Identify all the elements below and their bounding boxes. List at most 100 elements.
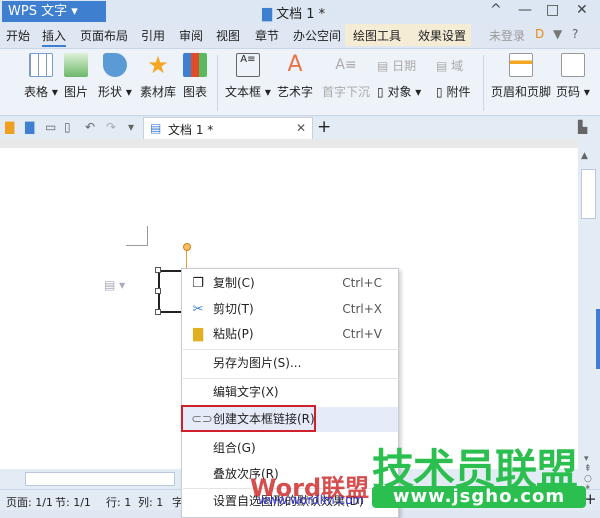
open-icon[interactable]: ▇ [5,120,14,134]
shortcut: Ctrl+C [342,276,382,290]
menu-item-edit-text[interactable]: 编辑文字(X) [182,380,398,405]
tab-review[interactable]: 审阅 [179,27,203,44]
textbox-icon: A≡ [235,53,260,77]
date-button[interactable]: ▤ 日期 [377,57,416,74]
menu-separator [183,378,399,379]
tab-effect-settings[interactable]: 效果设置 [418,27,466,44]
divider [217,55,218,111]
menu-item-paste[interactable]: ▇ 粘贴(P) Ctrl+V [182,322,398,347]
paste-icon: ▇ [193,327,203,342]
field-button[interactable]: ▤ 域 [436,57,463,74]
label: 剪切(T) [213,302,254,316]
label: 粘贴(P) [213,327,254,341]
tab-view[interactable]: 视图 [216,27,240,44]
header-footer-button[interactable]: 页眉和页脚 [491,53,551,100]
label: 页码 [556,85,581,99]
collapse-ribbon-button[interactable]: ^ [490,2,502,18]
menu-item-copy[interactable]: ❐ 复制(C) Ctrl+C [182,271,398,296]
resize-handle[interactable] [155,309,161,315]
menu-item-save-as-picture[interactable]: 另存为图片(S)... [182,351,398,376]
material-button[interactable]: ★ 素材库 [140,53,176,100]
resize-handle[interactable] [155,288,161,294]
customize-dropdown-icon[interactable]: ▾ [128,120,134,134]
status-col: 列: 1 [138,496,164,509]
print-preview-icon[interactable]: ▯ [64,120,71,134]
document-tab[interactable]: ▤ 文档 1 * ✕ [143,117,313,139]
doc-icon: ▇ [262,7,272,22]
close-tab-button[interactable]: ✕ [296,121,306,135]
field-icon: ▤ [436,59,448,73]
menu-item-cut[interactable]: ✂ 剪切(T) Ctrl+X [182,297,398,322]
chart-button[interactable]: 图表 [183,53,207,100]
vertical-scrollbar[interactable]: ▲ ▾⇞○⇟ [578,139,600,494]
print-icon[interactable]: ▭ [45,120,56,134]
label: 文本框 [225,85,262,99]
label: 素材库 [140,85,177,99]
label: 艺术字 [277,85,314,99]
tab-options-icon[interactable]: ▙ [578,120,587,134]
maximize-button[interactable]: □ [546,2,559,18]
app-name: WPS 文字 [8,4,68,19]
tab-section[interactable]: 章节 [255,27,279,44]
shirt-icon[interactable]: ▼ [553,27,562,41]
login-link[interactable]: 未登录 [489,27,525,44]
tab-page-layout[interactable]: 页面布局 [80,27,128,44]
rotate-handle[interactable] [183,243,191,251]
window-title: ▇ 文档 1 * [262,3,325,22]
label: 日期 [392,59,417,73]
textbox-button[interactable]: A≡ 文本框 ▾ [225,53,271,100]
minimize-button[interactable]: — [518,2,532,18]
shortcut: Ctrl+V [342,327,382,341]
watermark-jsgho-url: www.jsgho.com [372,486,586,508]
hscroll-thumb[interactable] [25,472,175,486]
rotate-line [186,248,187,268]
divider [483,55,484,111]
page-number-button[interactable]: 页码 ▾ [556,53,590,100]
label: 图表 [183,85,208,99]
scroll-thumb[interactable] [581,169,596,219]
label: 另存为图片(S)... [213,356,302,370]
tab-drawing-tools[interactable]: 绘图工具 [353,27,401,44]
skin-icon[interactable]: D [535,27,544,41]
tab-home[interactable]: 开始 [6,27,30,44]
wordart-button[interactable]: A 艺术字 [277,53,313,100]
document-tab-label: 文档 1 * [168,123,214,137]
status-section: 节: 1/1 [55,496,91,509]
side-panel-handle[interactable] [596,309,600,369]
tab-references[interactable]: 引用 [141,27,165,44]
wordart-icon: A [287,52,303,77]
attachment-icon: ▯ [436,85,443,99]
table-icon [28,53,53,77]
menu-item-group[interactable]: 组合(G) [182,436,398,461]
undo-icon[interactable]: ↶ [85,120,95,134]
dropcap-button[interactable]: A≡ 首字下沉 [322,53,370,100]
label: 附件 [446,85,471,99]
tab-office-space[interactable]: 办公空间 [293,27,341,44]
close-button[interactable]: ✕ [576,2,588,18]
shape-button[interactable]: 形状 ▾ [98,53,132,100]
scroll-up-icon[interactable]: ▲ [581,151,597,163]
save-icon[interactable]: ▇ [25,120,34,134]
picture-button[interactable]: 图片 [64,53,88,100]
star-icon: ★ [147,51,169,79]
object-icon: ▯ [377,85,384,99]
menu-tabs: 开始 插入 页面布局 引用 审阅 视图 章节 办公空间 绘图工具 效果设置 未登… [0,24,600,47]
margin-marker [126,226,148,246]
label: 首字下沉 [322,85,371,99]
attachment-button[interactable]: ▯ 附件 [436,83,470,100]
label: 对象 [387,85,412,99]
object-button[interactable]: ▯ 对象 ▾ [377,83,421,100]
status-row: 行: 1 [106,496,132,509]
copy-icon: ❐ [192,276,204,291]
redo-icon[interactable]: ↷ [106,120,116,134]
label: 域 [451,59,464,73]
layout-options-icon[interactable]: ▤ ▾ [104,278,125,292]
new-tab-button[interactable]: + [317,117,331,137]
tab-insert[interactable]: 插入 [42,27,67,47]
label: 组合(G) [213,441,256,455]
table-button[interactable]: 表格 ▾ [24,53,58,100]
page-number-icon [560,53,585,77]
app-menu-button[interactable]: WPS 文字 ▾ [2,1,106,22]
help-button[interactable]: ? [572,27,578,41]
resize-handle[interactable] [155,267,161,273]
